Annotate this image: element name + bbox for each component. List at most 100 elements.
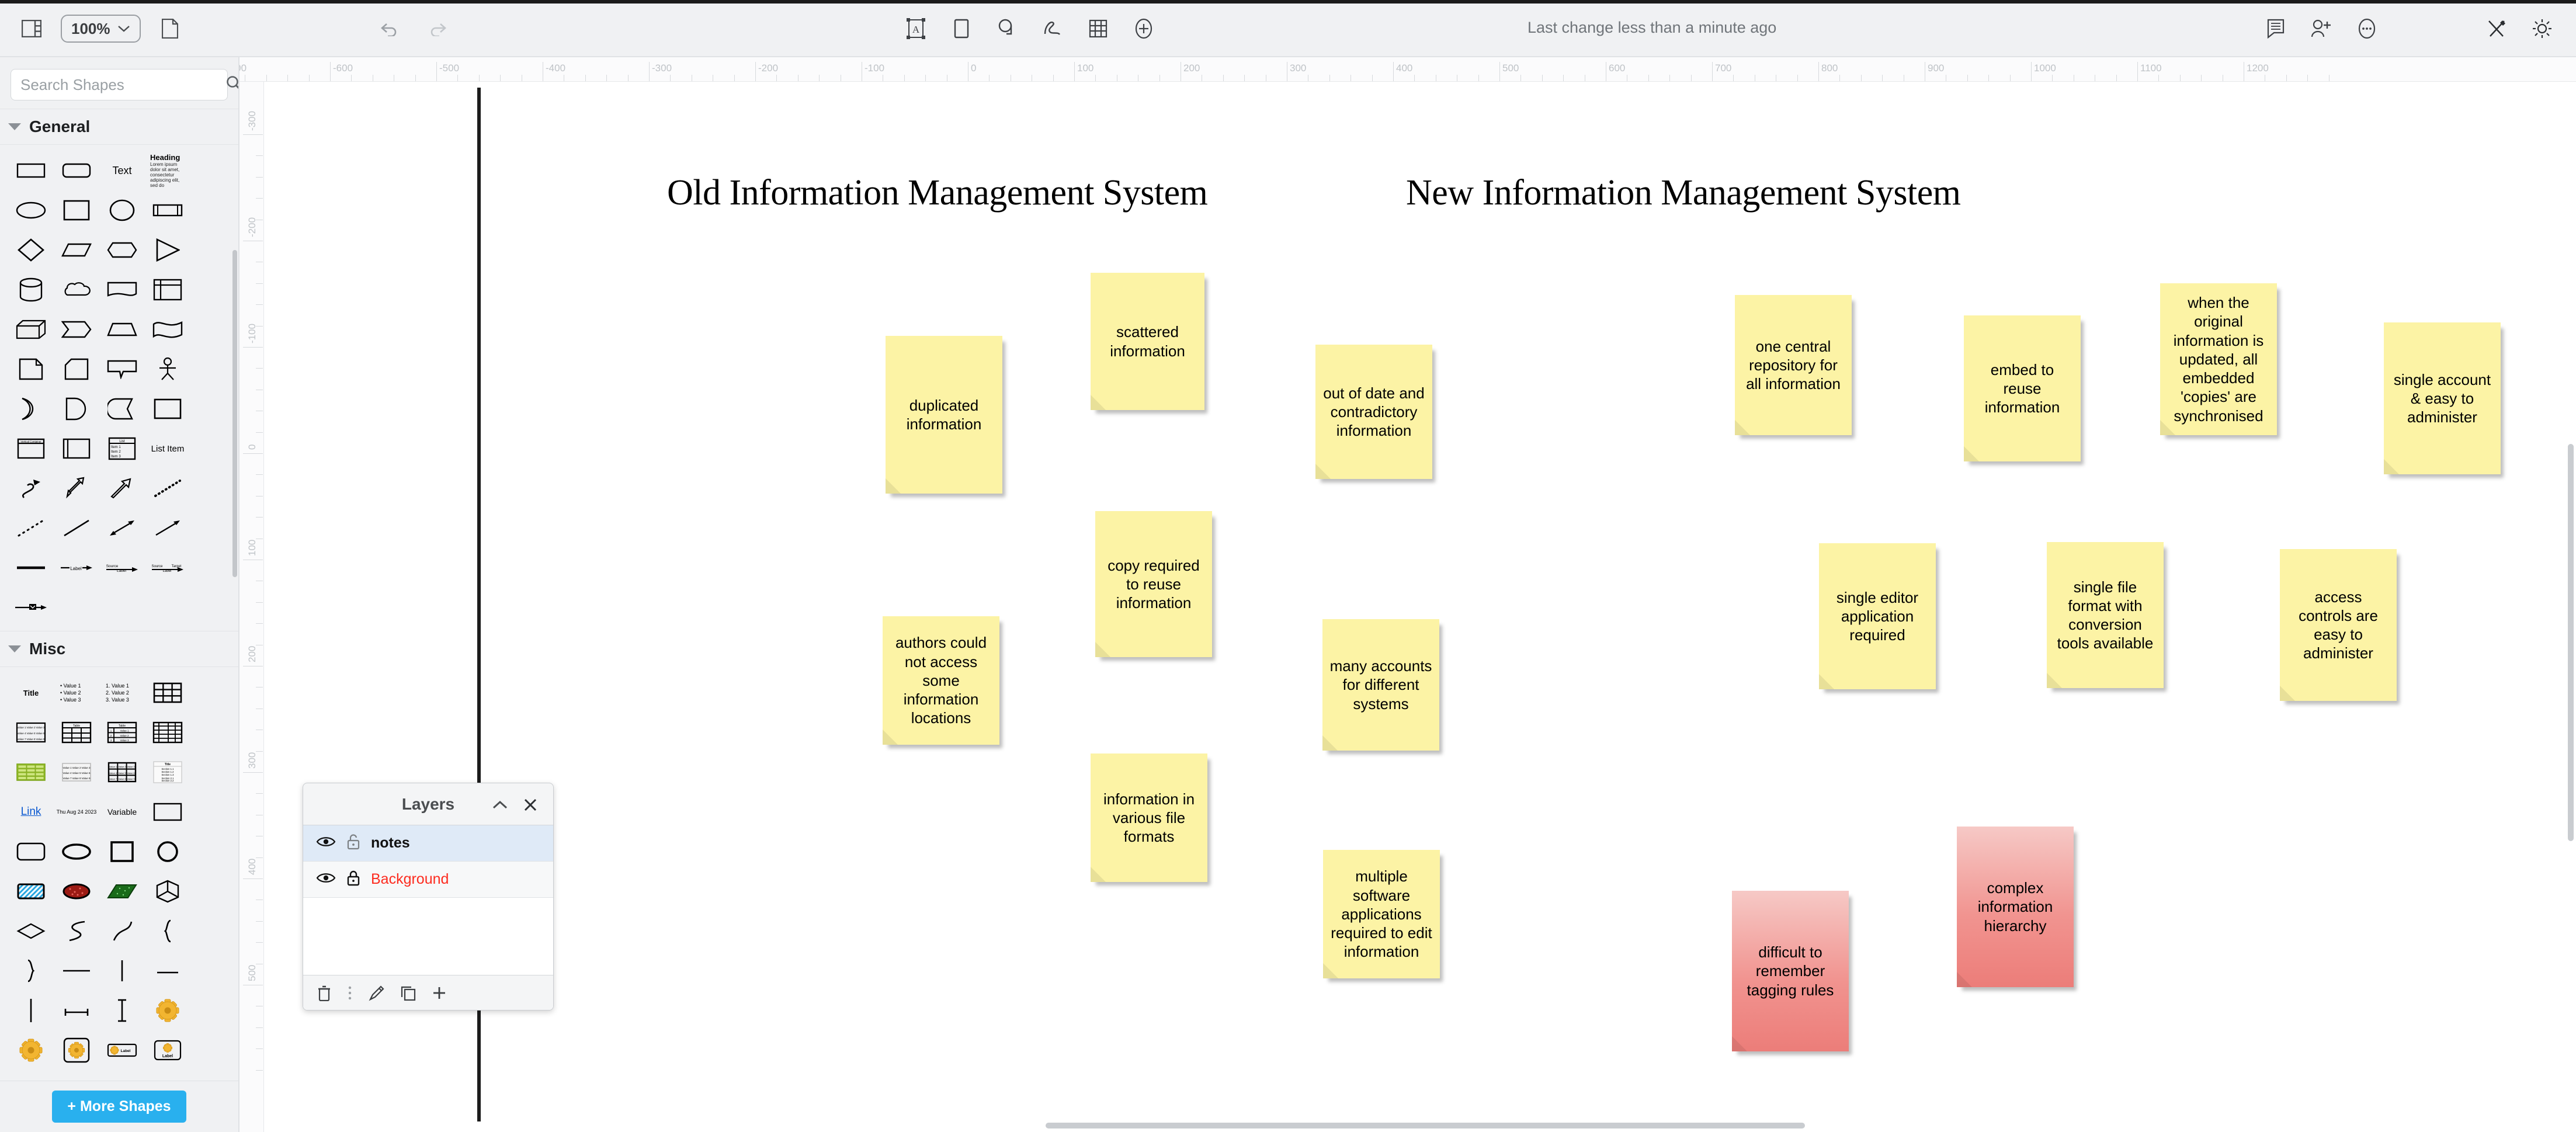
undo-icon[interactable] bbox=[374, 13, 407, 44]
unlock-icon[interactable] bbox=[346, 834, 360, 853]
add-layer-icon[interactable] bbox=[432, 985, 447, 1001]
shape-red-speckled-ellipse[interactable] bbox=[55, 873, 98, 910]
shape-s-curve[interactable] bbox=[55, 912, 98, 950]
shape-cylinder[interactable] bbox=[10, 271, 52, 308]
shape-trapezoid[interactable] bbox=[101, 311, 143, 348]
shape-gear-framed[interactable] bbox=[55, 1032, 98, 1069]
shape-horizontal-line[interactable] bbox=[55, 952, 98, 989]
sticky-note[interactable]: information in various file formats bbox=[1091, 753, 1207, 882]
canvas-vertical-scrollbar[interactable] bbox=[2568, 444, 2574, 841]
shape-circle[interactable] bbox=[101, 192, 143, 229]
edit-layer-icon[interactable] bbox=[369, 985, 385, 1001]
shape-cube[interactable] bbox=[10, 311, 52, 348]
sticky-note[interactable]: authors could not access some informatio… bbox=[883, 616, 999, 745]
search-input-wrapper[interactable] bbox=[11, 69, 238, 100]
shape-textbox[interactable]: Heading Lorem ipsum dolor sit amet, conse… bbox=[147, 152, 189, 189]
shape-bold-ellipse[interactable] bbox=[55, 833, 98, 870]
shape-bold-circle[interactable] bbox=[147, 833, 189, 870]
shape-square[interactable] bbox=[55, 192, 98, 229]
sticky-note[interactable]: single file format with conversion tools… bbox=[2047, 542, 2164, 688]
shape-hdim-line[interactable] bbox=[55, 992, 98, 1029]
sidebar-scrollbar[interactable] bbox=[232, 250, 237, 577]
shape-hatched-blue[interactable] bbox=[10, 873, 52, 910]
shape-link[interactable]: Link bbox=[10, 793, 52, 831]
sticky-note[interactable]: when the original information is updated… bbox=[2160, 283, 2277, 435]
sticky-note[interactable]: scattered information bbox=[1091, 273, 1204, 410]
layer-options-icon[interactable] bbox=[346, 985, 353, 1001]
shape-plain-rect[interactable] bbox=[147, 793, 189, 831]
sticky-note[interactable]: single account & easy to administer bbox=[2384, 322, 2501, 474]
shape-hline-short[interactable] bbox=[147, 952, 189, 989]
shape-step[interactable] bbox=[55, 311, 98, 348]
connector-dashed[interactable] bbox=[10, 509, 52, 547]
text-tool-icon[interactable]: A bbox=[900, 13, 932, 44]
shape-flat-rhombus[interactable] bbox=[10, 912, 52, 950]
shape-table-titled[interactable]: Table bbox=[55, 714, 98, 751]
shape-internal-storage[interactable] bbox=[147, 271, 189, 308]
vertical-ruler[interactable]: -300 -200 -100 0 100 200 300 400 500 bbox=[239, 82, 264, 1132]
shape-gear-label-v[interactable]: Label bbox=[147, 1032, 189, 1069]
shape-table-head-col[interactable] bbox=[147, 714, 189, 751]
eye-icon[interactable] bbox=[316, 835, 336, 851]
shape-hexagon[interactable] bbox=[101, 231, 143, 269]
shape-curved-arrow[interactable] bbox=[10, 470, 52, 507]
connector-bidirectional[interactable] bbox=[101, 509, 143, 547]
shape-table-green[interactable] bbox=[10, 753, 52, 791]
duplicate-layer-icon[interactable] bbox=[400, 985, 416, 1001]
shape-table-plain[interactable]: Value 1 Value 2 Value 3 Value 4 Value 5 Value… bbox=[55, 753, 98, 791]
redo-icon[interactable] bbox=[421, 13, 453, 44]
shape-card[interactable] bbox=[55, 350, 98, 388]
connector-source-label-target[interactable]: Source Label Target bbox=[147, 549, 189, 586]
sticky-note[interactable]: copy required to reuse information bbox=[1095, 511, 1212, 657]
theme-sun-icon[interactable] bbox=[2526, 13, 2558, 44]
sticky-note[interactable]: embed to reuse information bbox=[1964, 315, 2081, 461]
ellipse-tool-icon[interactable] bbox=[991, 13, 1023, 44]
shape-grid-table[interactable] bbox=[147, 674, 189, 711]
shape-green-plane[interactable] bbox=[101, 873, 143, 910]
connector-arrow[interactable] bbox=[147, 509, 189, 547]
shape-bold-square[interactable] bbox=[101, 833, 143, 870]
shape-left-brace[interactable] bbox=[147, 912, 189, 950]
shape-gear-a[interactable] bbox=[147, 992, 189, 1029]
shape-note[interactable] bbox=[10, 350, 52, 388]
horizontal-ruler[interactable]: -700 -600 -500 -400 -300 -200 -100 0 100 200 300 40… bbox=[239, 57, 2576, 82]
eye-icon[interactable] bbox=[316, 871, 336, 887]
shape-wave-curve[interactable] bbox=[101, 912, 143, 950]
shape-process[interactable] bbox=[147, 192, 189, 229]
shape-vertical-container-side[interactable] bbox=[55, 430, 98, 467]
chevron-up-icon[interactable] bbox=[490, 795, 510, 815]
add-person-icon[interactable] bbox=[2305, 13, 2338, 44]
lock-icon[interactable] bbox=[346, 870, 360, 889]
shape-plain-rounded[interactable] bbox=[10, 833, 52, 870]
sticky-note[interactable]: many accounts for different systems bbox=[1322, 619, 1439, 751]
shape-gear-label-h[interactable]: Label bbox=[101, 1032, 143, 1069]
connector-label-arrow[interactable]: Label bbox=[55, 549, 98, 586]
shape-gear-b[interactable] bbox=[10, 1032, 52, 1069]
shape-variable[interactable]: Variable bbox=[101, 793, 143, 831]
shape-cube-outline[interactable] bbox=[147, 873, 189, 910]
close-icon[interactable] bbox=[520, 795, 540, 815]
sticky-note[interactable]: difficult to remember tagging rules bbox=[1732, 891, 1849, 1051]
sidebar-section-general[interactable]: General bbox=[0, 109, 238, 145]
sticky-note[interactable]: access controls are easy to administer bbox=[2280, 549, 2397, 701]
shape-unordered-list[interactable]: • Value 1 • Value 2 • Value 3 bbox=[55, 674, 98, 711]
sticky-note[interactable]: complex information hierarchy bbox=[1957, 827, 2074, 987]
shape-block-arrow[interactable] bbox=[101, 470, 143, 507]
sidebar-section-misc[interactable]: Misc bbox=[0, 631, 238, 667]
layer-row-background[interactable]: Background bbox=[303, 862, 553, 898]
shape-table-bordered-values[interactable]: Value 1 Value 2 Value 3 Value 4 Value 5 Value… bbox=[101, 753, 143, 791]
shape-delay[interactable] bbox=[55, 390, 98, 428]
sticky-note[interactable]: single editor application required bbox=[1819, 543, 1936, 689]
shape-list[interactable]: List Item 1 Item 2 Item 3 bbox=[101, 430, 143, 467]
shape-bidirectional-block-arrow[interactable] bbox=[55, 470, 98, 507]
rectangle-tool-icon[interactable] bbox=[945, 13, 978, 44]
shape-value-grid[interactable]: Value 1 Value 2 Value 3 Value 4 Value 5 Value… bbox=[10, 714, 52, 751]
shape-or[interactable] bbox=[10, 390, 52, 428]
sticky-note[interactable]: out of date and contradictory informatio… bbox=[1315, 345, 1432, 479]
shape-tape[interactable] bbox=[147, 311, 189, 348]
delete-layer-icon[interactable] bbox=[317, 985, 331, 1001]
shape-vdim-line[interactable] bbox=[101, 992, 143, 1029]
shape-date[interactable]: Thu Aug 24 2023 bbox=[55, 793, 98, 831]
shape-rounded-rectangle[interactable] bbox=[55, 152, 98, 189]
canvas-horizontal-scrollbar[interactable] bbox=[1046, 1123, 1805, 1128]
